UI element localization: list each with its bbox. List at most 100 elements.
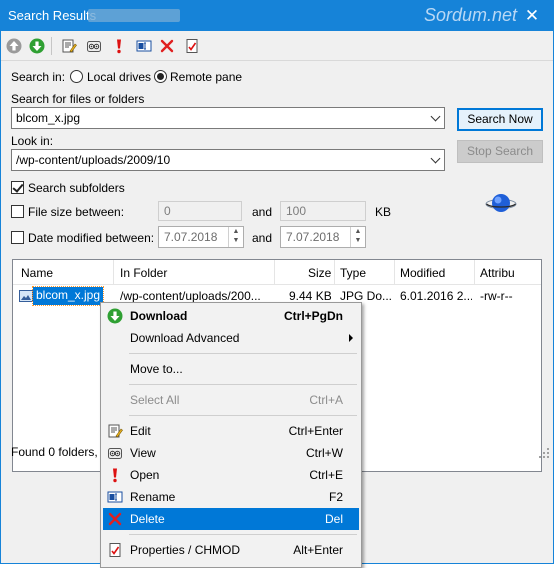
delete-icon[interactable] <box>157 36 177 56</box>
rename-icon <box>107 489 123 505</box>
column-attributes[interactable]: Attribu <box>480 266 515 280</box>
menu-label: Edit <box>130 424 151 438</box>
date-modified-checkbox[interactable] <box>11 231 24 244</box>
date-from-picker[interactable]: 7.07.2018 ▲ ▼ <box>158 226 244 248</box>
menu-label: Download Advanced <box>130 331 240 345</box>
search-for-combo[interactable]: blcom_x.jpg <box>11 107 445 129</box>
properties-icon <box>107 542 123 558</box>
menu-item-select-all[interactable]: Select All Ctrl+A <box>103 389 359 411</box>
search-in-label: Search in: <box>11 70 66 84</box>
search-subfolders-label[interactable]: Search subfolders <box>28 181 125 195</box>
menu-item-view[interactable]: View Ctrl+W <box>103 442 359 464</box>
download-icon[interactable] <box>27 36 47 56</box>
search-results-window: Search Results Sordum.net ✕ Search in: L… <box>0 0 554 568</box>
spinner-icon[interactable]: ▲ ▼ <box>228 227 243 247</box>
search-for-value: blcom_x.jpg <box>16 111 81 125</box>
column-divider[interactable] <box>334 260 335 284</box>
menu-shortcut: Ctrl+W <box>306 446 343 460</box>
file-name-cell[interactable]: blcom_x.jpg <box>31 286 105 306</box>
column-divider[interactable] <box>474 260 475 284</box>
attributes-cell: -rw-r-- <box>480 289 513 303</box>
globe-icon <box>485 194 517 212</box>
menu-label: Delete <box>130 512 165 526</box>
modified-cell: 6.01.2016 2... <box>400 289 472 303</box>
up-arrow-icon[interactable] <box>4 36 24 56</box>
properties-icon[interactable] <box>182 36 202 56</box>
toolbar-separator <box>51 37 52 55</box>
menu-label: Open <box>130 468 160 482</box>
menu-separator <box>129 534 357 535</box>
menu-label: Properties / CHMOD <box>130 543 241 557</box>
column-modified[interactable]: Modified <box>400 266 445 280</box>
date-from-value: 7.07.2018 <box>164 230 218 244</box>
redacted-host <box>88 9 180 22</box>
look-in-combo[interactable]: /wp-content/uploads/2009/10 <box>11 149 445 171</box>
size-cell: 9.44 KB <box>289 289 331 303</box>
stop-search-button[interactable]: Stop Search <box>457 140 543 163</box>
menu-item-delete[interactable]: Delete Del <box>103 508 359 530</box>
menu-separator <box>129 384 357 385</box>
close-button[interactable]: ✕ <box>510 0 554 31</box>
edit-icon[interactable] <box>59 36 79 56</box>
file-size-checkbox[interactable] <box>11 205 24 218</box>
title-bar[interactable]: Search Results Sordum.net ✕ <box>0 0 554 31</box>
menu-item-download-advanced[interactable]: Download Advanced <box>103 327 359 349</box>
status-text: Found 0 folders, 1 <box>11 445 108 459</box>
open-icon <box>107 467 123 483</box>
spinner-icon[interactable]: ▲ ▼ <box>350 227 365 247</box>
column-name[interactable]: Name <box>21 266 53 280</box>
rename-icon[interactable] <box>134 36 154 56</box>
file-size-max-input[interactable]: 100 <box>280 201 366 221</box>
search-now-button[interactable]: Search Now <box>457 108 543 131</box>
file-size-label[interactable]: File size between: <box>28 205 124 219</box>
menu-item-download[interactable]: Download Ctrl+PgDn <box>103 305 359 327</box>
column-divider[interactable] <box>394 260 395 284</box>
search-subfolders-checkbox[interactable] <box>11 181 24 194</box>
local-drives-label[interactable]: Local drives <box>87 70 151 84</box>
resize-grip-icon[interactable] <box>539 448 549 458</box>
image-file-icon <box>19 290 33 305</box>
watermark: Sordum.net <box>424 5 518 25</box>
column-size[interactable]: Size <box>308 266 331 280</box>
file-size-min-input[interactable]: 0 <box>158 201 242 221</box>
menu-item-properties[interactable]: Properties / CHMOD Alt+Enter <box>103 539 359 561</box>
menu-shortcut: Ctrl+A <box>309 393 343 407</box>
menu-item-move-to[interactable]: Move to... <box>103 358 359 380</box>
date-modified-label[interactable]: Date modified between: <box>28 231 154 245</box>
menu-shortcut: Ctrl+Enter <box>288 424 343 438</box>
menu-shortcut: Ctrl+PgDn <box>283 309 343 323</box>
menu-shortcut: Alt+Enter <box>293 543 343 557</box>
menu-item-open[interactable]: Open Ctrl+E <box>103 464 359 486</box>
menu-item-edit[interactable]: Edit Ctrl+Enter <box>103 420 359 442</box>
menu-item-rename[interactable]: Rename F2 <box>103 486 359 508</box>
toolbar <box>1 31 553 61</box>
open-icon[interactable] <box>109 36 129 56</box>
view-icon[interactable] <box>84 36 104 56</box>
date-to-value: 7.07.2018 <box>286 230 340 244</box>
menu-shortcut: Del <box>324 512 343 526</box>
menu-separator <box>129 415 357 416</box>
look-in-label: Look in: <box>11 134 54 148</box>
column-in-folder[interactable]: In Folder <box>120 266 167 280</box>
menu-shortcut: F2 <box>328 490 343 504</box>
date-to-picker[interactable]: 7.07.2018 ▲ ▼ <box>280 226 366 248</box>
chevron-down-icon[interactable] <box>430 111 441 122</box>
remote-pane-label[interactable]: Remote pane <box>170 70 242 84</box>
look-in-value: /wp-content/uploads/2009/10 <box>16 153 171 167</box>
context-menu: Download Ctrl+PgDn Download Advanced Mov… <box>100 302 362 568</box>
chevron-down-icon[interactable] <box>430 153 441 164</box>
window-title: Search Results <box>8 8 97 23</box>
menu-label: Move to... <box>130 362 183 376</box>
file-size-and-label: and <box>252 205 273 219</box>
column-type[interactable]: Type <box>340 266 366 280</box>
column-divider[interactable] <box>113 260 114 284</box>
file-size-unit-label: KB <box>375 205 392 219</box>
submenu-arrow-icon <box>349 334 353 342</box>
search-for-label: Search for files or folders <box>11 92 145 106</box>
column-divider[interactable] <box>274 260 275 284</box>
menu-shortcut: Ctrl+E <box>309 468 343 482</box>
menu-separator <box>129 353 357 354</box>
local-drives-radio[interactable] <box>70 70 83 83</box>
remote-pane-radio[interactable] <box>154 70 167 83</box>
delete-icon <box>107 511 123 527</box>
